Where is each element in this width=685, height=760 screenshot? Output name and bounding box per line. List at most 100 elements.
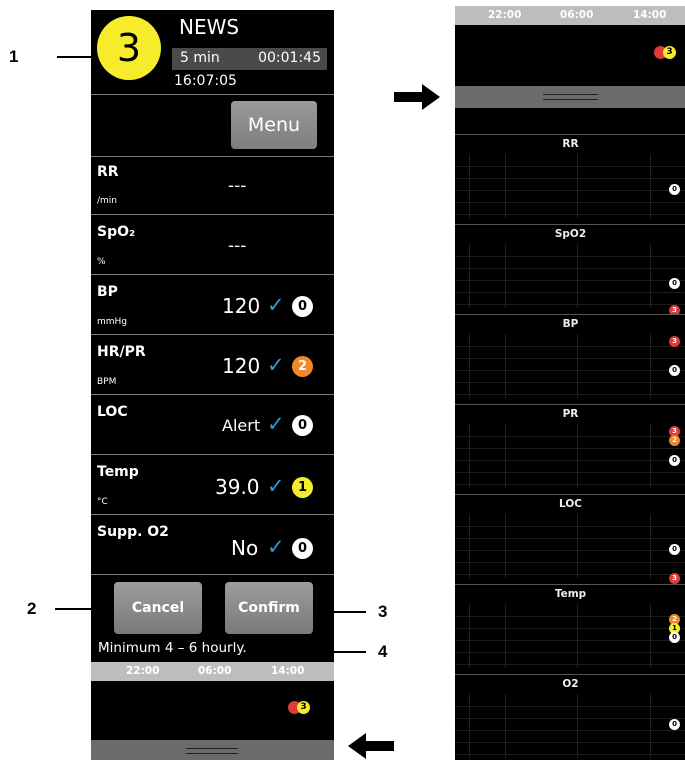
arrow-left-icon bbox=[348, 733, 394, 759]
trend-section-header-temp: Temp bbox=[455, 585, 685, 603]
confirm-button[interactable]: Confirm bbox=[225, 582, 313, 634]
trend-grid-line bbox=[505, 514, 506, 578]
hr-value[interactable]: 120 bbox=[222, 354, 260, 378]
loc-value[interactable]: Alert bbox=[222, 416, 260, 435]
supp-o2-label: Supp. O2 bbox=[97, 524, 169, 540]
trend-grid-line bbox=[469, 334, 470, 398]
trend-grid-line bbox=[650, 154, 651, 218]
trend-score-marker-rr[interactable]: 0 bbox=[669, 184, 680, 195]
trend-grid-line bbox=[469, 514, 470, 578]
handle-grip-line bbox=[543, 94, 598, 95]
spo2-unit: % bbox=[97, 257, 106, 267]
timer-countdown: 00:01:45 bbox=[258, 50, 321, 66]
divider bbox=[91, 334, 334, 335]
trend-score-marker-pr[interactable]: 0 bbox=[669, 455, 680, 466]
handle-grip-line bbox=[186, 748, 238, 749]
time-label: 22:00 bbox=[126, 665, 160, 677]
trend-score-marker-pr[interactable]: 2 bbox=[669, 435, 680, 446]
trend-grid-line bbox=[577, 154, 578, 218]
news-total-score-badge: 3 bbox=[97, 16, 161, 80]
trend-grid-line bbox=[577, 514, 578, 578]
spo2-label: SpO₂ bbox=[97, 224, 136, 240]
trend-grid-line bbox=[650, 514, 651, 578]
trend-score-marker-spo2[interactable]: 0 bbox=[669, 278, 680, 289]
loc-score-badge: 0 bbox=[292, 415, 313, 436]
trend-time-strip: 22:00 06:00 14:00 bbox=[455, 6, 685, 25]
hr-label: HR/PR bbox=[97, 344, 146, 360]
current-time: 16:07:05 bbox=[174, 73, 237, 89]
time-label: 06:00 bbox=[198, 665, 232, 677]
callout-1: 1 bbox=[9, 47, 19, 66]
trend-grid-line bbox=[577, 424, 578, 488]
bp-unit: mmHg bbox=[97, 317, 128, 327]
news-title: NEWS bbox=[179, 15, 240, 39]
trend-grid-line bbox=[505, 694, 506, 758]
trend-score-marker-loc[interactable]: 0 bbox=[669, 544, 680, 555]
callout-4: 4 bbox=[378, 642, 388, 661]
trend-grid-line bbox=[469, 154, 470, 218]
temp-score-badge: 1 bbox=[292, 477, 313, 498]
temp-label: Temp bbox=[97, 464, 139, 480]
trend-section-header-bp: BP bbox=[455, 315, 685, 333]
supp-o2-check-icon: ✓ bbox=[267, 535, 285, 559]
trend-score-marker-o2[interactable]: 0 bbox=[669, 719, 680, 730]
cancel-button[interactable]: Cancel bbox=[114, 582, 202, 634]
timeline-latest-score-marker[interactable]: 3 bbox=[297, 701, 310, 714]
trend-grid-line bbox=[469, 244, 470, 308]
callout-3: 3 bbox=[378, 602, 388, 621]
trend-grid-line bbox=[577, 694, 578, 758]
trend-latest-score-marker[interactable]: 3 bbox=[663, 46, 676, 59]
trend-grid-line bbox=[650, 424, 651, 488]
trend-score-marker-bp[interactable]: 3 bbox=[669, 336, 680, 347]
trend-score-marker-temp[interactable]: 0 bbox=[669, 632, 680, 643]
temp-value[interactable]: 39.0 bbox=[215, 475, 260, 499]
trend-grid-line bbox=[469, 604, 470, 668]
trend-grid-line bbox=[577, 604, 578, 668]
bp-score-badge: 0 bbox=[292, 296, 313, 317]
callout-2: 2 bbox=[27, 599, 37, 618]
trend-grid-line bbox=[505, 424, 506, 488]
menu-button[interactable]: Menu bbox=[231, 101, 317, 149]
time-label: 06:00 bbox=[560, 9, 594, 21]
rr-label: RR bbox=[97, 164, 119, 180]
hr-unit: BPM bbox=[97, 377, 117, 387]
temp-unit: °C bbox=[97, 497, 108, 507]
supp-o2-score-badge: 0 bbox=[292, 538, 313, 559]
trend-score-marker-bp[interactable]: 0 bbox=[669, 365, 680, 376]
divider bbox=[91, 514, 334, 515]
time-label: 14:00 bbox=[633, 9, 667, 21]
divider bbox=[91, 454, 334, 455]
handle-grip-line bbox=[186, 753, 238, 754]
hr-check-icon: ✓ bbox=[267, 353, 285, 377]
supp-o2-value[interactable]: No bbox=[231, 536, 258, 560]
trend-grid-line bbox=[469, 424, 470, 488]
trend-score-marker-loc[interactable]: 3 bbox=[669, 573, 680, 584]
bp-value[interactable]: 120 bbox=[222, 294, 260, 318]
expand-trend-handle[interactable] bbox=[91, 740, 334, 760]
trend-grid-line bbox=[505, 244, 506, 308]
rr-unit: /min bbox=[97, 196, 118, 206]
timer-box: 5 min 00:01:45 bbox=[172, 48, 327, 70]
time-label: 14:00 bbox=[271, 665, 305, 677]
news-entry-panel: 3 NEWS 5 min 00:01:45 16:07:05 Menu RR /… bbox=[91, 10, 334, 760]
spo2-value[interactable]: --- bbox=[228, 236, 246, 256]
trend-grid-line bbox=[505, 154, 506, 218]
trend-section-header-rr: RR bbox=[455, 135, 685, 153]
trend-grid-line bbox=[650, 334, 651, 398]
divider bbox=[91, 274, 334, 275]
divider bbox=[91, 214, 334, 215]
bp-label: BP bbox=[97, 284, 118, 300]
arrow-right-icon bbox=[394, 84, 440, 110]
timer-interval: 5 min bbox=[180, 50, 220, 66]
bp-check-icon: ✓ bbox=[267, 293, 285, 317]
divider bbox=[91, 574, 334, 575]
observation-frequency-note: Minimum 4 – 6 hourly. bbox=[98, 640, 247, 656]
collapse-trend-handle[interactable] bbox=[455, 86, 685, 108]
rr-value[interactable]: --- bbox=[228, 176, 246, 196]
trend-grid-line bbox=[505, 334, 506, 398]
divider bbox=[91, 394, 334, 395]
loc-check-icon: ✓ bbox=[267, 412, 285, 436]
trend-section-header-pr: PR bbox=[455, 405, 685, 423]
trend-section-header-loc: LOC bbox=[455, 495, 685, 513]
trend-grid-line bbox=[469, 694, 470, 758]
